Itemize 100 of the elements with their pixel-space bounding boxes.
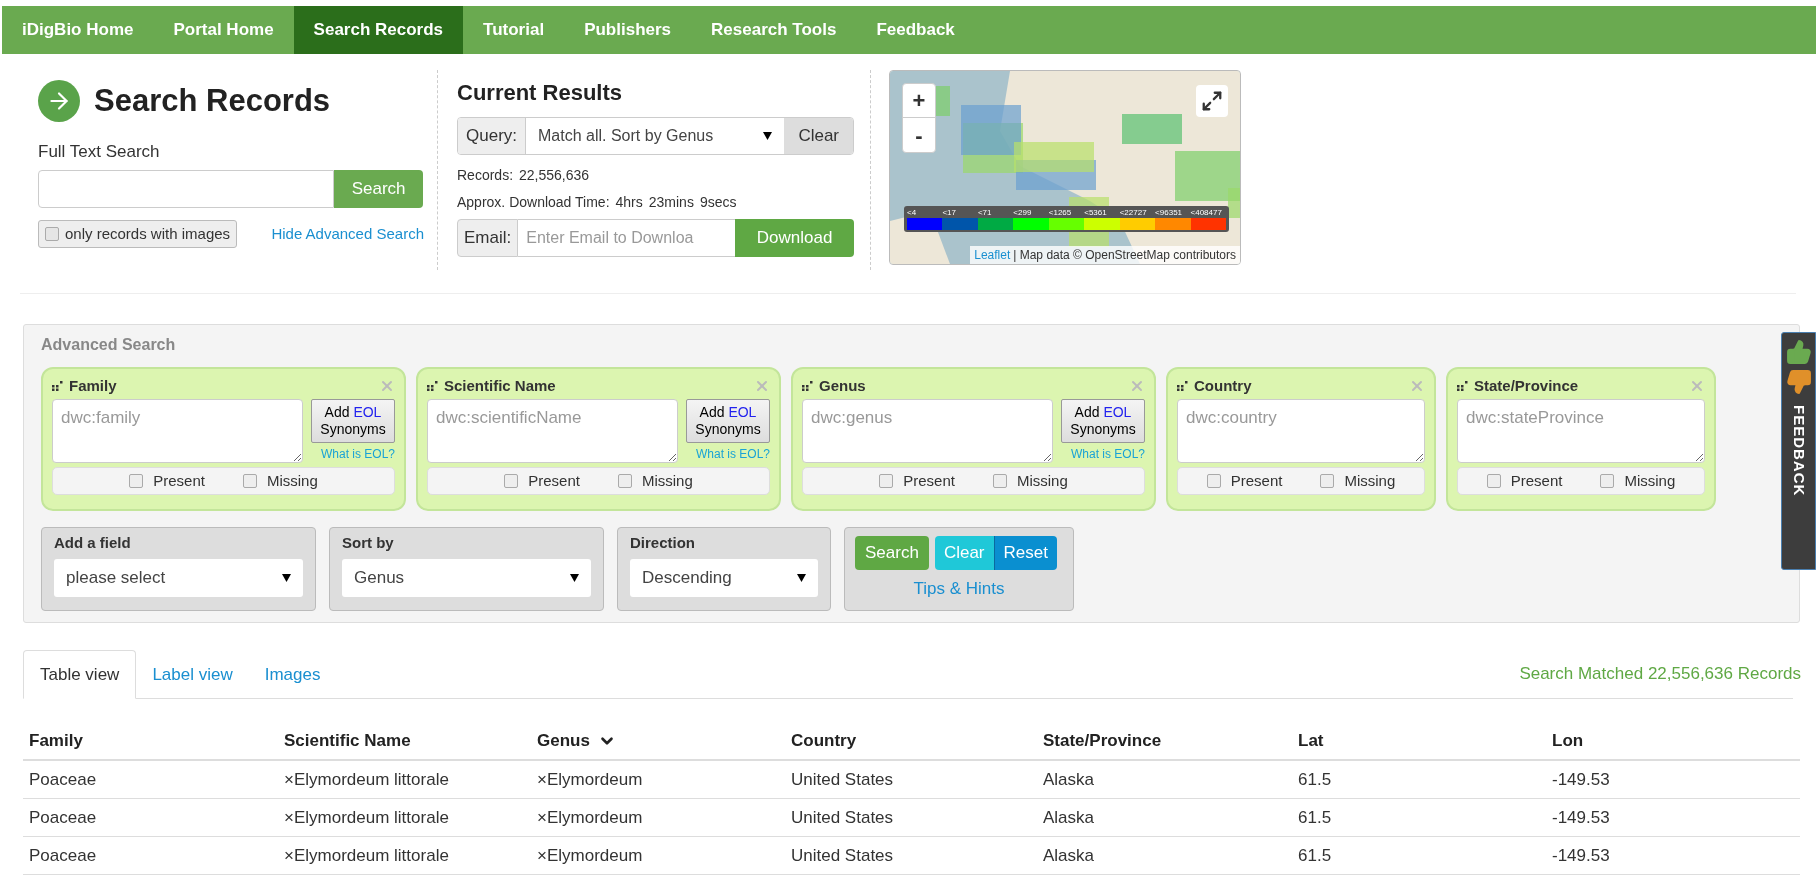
legend-label: <96351 (1155, 208, 1184, 218)
eol-synonyms-button[interactable]: Add EOL Synonyms (1061, 399, 1145, 443)
table-cell: Poaceae (29, 845, 97, 865)
query-select[interactable]: Query: Match all. Sort by Genus Clear (457, 117, 854, 155)
table-row[interactable]: Poaceae ×Elymordeum littorale ×Elymordeum United States Alaska 61.5 -149.53 (23, 837, 1800, 875)
table-row[interactable]: Poaceae ×Elymordeum littorale ×Elymordeum United States Alaska 61.5 -149.53 (23, 799, 1800, 837)
zoom-in-button[interactable]: + (903, 84, 935, 118)
checkbox-label: Missing (1016, 470, 1068, 491)
table-cell: United States (791, 807, 894, 827)
checkbox-label: Present (153, 470, 205, 491)
field-title: Family (69, 375, 117, 396)
view-tab[interactable]: Table view (23, 650, 137, 699)
feedback-label: FEEDBACK (1789, 405, 1809, 497)
checkbox-label: Missing (1624, 470, 1676, 491)
checkbox-label: Present (1230, 470, 1283, 491)
drag-handle-icon (802, 381, 813, 391)
column-header[interactable]: Country (791, 728, 857, 754)
download-time-label: Approx. Download Time: (457, 193, 610, 212)
column-header[interactable]: Lat (1298, 728, 1324, 754)
close-icon[interactable] (754, 378, 770, 394)
checkbox-label: Present (903, 470, 955, 491)
close-icon[interactable] (1689, 378, 1705, 394)
checkbox-label: Missing (1344, 470, 1396, 491)
eol-synonyms-button[interactable]: Add EOL Synonyms (311, 399, 395, 443)
field-input[interactable]: dwc:stateProvince (1457, 399, 1705, 463)
table-cell: ×Elymordeum (537, 769, 643, 789)
legend-label: <1265 (1048, 208, 1073, 218)
caret-icon (763, 132, 773, 140)
reset-button[interactable]: Reset (993, 536, 1057, 570)
checkbox[interactable] (504, 474, 519, 488)
legend-label: <408477 (1190, 208, 1223, 218)
legend-label: <22727 (1119, 208, 1148, 218)
field-input[interactable]: dwc:genus (802, 399, 1053, 463)
table-cell: -149.53 (1552, 845, 1610, 865)
thumbs-down-icon[interactable] (1785, 369, 1812, 395)
checkbox[interactable] (242, 474, 257, 488)
download-time-value: 23mins (648, 193, 694, 212)
eol-synonyms-button[interactable]: Add EOL Synonyms (686, 399, 770, 443)
legend-label: <299 (1013, 208, 1033, 218)
legend-label: <5361 (1084, 208, 1108, 218)
table-cell: United States (791, 769, 894, 789)
column-header[interactable]: Lon (1552, 728, 1584, 754)
fullscreen-button[interactable] (1196, 85, 1228, 117)
nav-item[interactable]: Search Records (293, 6, 464, 54)
close-icon[interactable] (1129, 378, 1145, 394)
legend-label: <71 (977, 208, 993, 218)
legend-label: <17 (942, 208, 957, 218)
select-label: Sort by (342, 533, 395, 553)
close-icon[interactable] (1409, 378, 1425, 394)
drag-handle-icon (1177, 381, 1188, 391)
checkbox[interactable] (45, 227, 59, 241)
email-field[interactable]: Enter Email to Downloa (518, 219, 736, 257)
checkbox[interactable] (129, 474, 144, 488)
occurrence-map[interactable]: + - <4 <17 <71 <299 <1265 <5361 <22727 <96351 <408477 Leaflet | Map data © OpenStreetMap contributors (889, 70, 1241, 265)
checkbox[interactable] (617, 474, 632, 488)
drag-handle-icon (52, 381, 63, 391)
zoom-out-button[interactable]: - (903, 118, 935, 152)
clear-button[interactable]: Clear (784, 118, 853, 154)
select-field[interactable]: Descending (630, 558, 818, 597)
match-count: Search Matched 22,556,636 Records (1519, 663, 1801, 686)
attribution-text: | Map data © OpenStreetMap contributors (1013, 247, 1236, 264)
caret-icon (570, 573, 579, 582)
search-field[interactable] (38, 170, 335, 208)
table-cell: Alaska (1043, 807, 1095, 827)
table-cell: ×Elymordeum (537, 845, 643, 865)
field-title: State/Province (1474, 375, 1579, 396)
checkbox[interactable] (1600, 474, 1615, 488)
field-title: Scientific Name (444, 375, 556, 396)
column-header[interactable]: Family (29, 728, 83, 754)
table-cell: -149.53 (1552, 769, 1610, 789)
column-header[interactable]: Scientific Name (284, 728, 411, 754)
close-icon[interactable] (379, 378, 395, 394)
checkbox-label: Missing (641, 470, 693, 491)
column-header[interactable]: State/Province (1043, 728, 1162, 754)
table-row[interactable]: Poaceae ×Elymordeum littorale ×Elymordeum United States Alaska 61.5 -149.53 (23, 761, 1800, 799)
view-tab[interactable]: Images (248, 650, 337, 699)
hide-advanced-link[interactable]: Hide Advanced Search (271, 222, 424, 246)
field-input[interactable]: dwc:family (52, 399, 303, 463)
results-title: Current Results (457, 79, 624, 107)
search-label: Full Text Search (38, 140, 161, 163)
table-cell: -149.53 (1552, 807, 1610, 827)
table-cell: Poaceae (29, 769, 97, 789)
select-label: Add a field (54, 533, 132, 553)
select-field[interactable]: Genus (342, 558, 591, 597)
checkbox[interactable] (1486, 474, 1501, 488)
thumbs-up-icon[interactable] (1785, 339, 1812, 365)
view-tab[interactable]: Label view (136, 650, 249, 699)
field-input[interactable]: dwc:scientificName (427, 399, 678, 463)
legend-label: <4 (907, 208, 918, 218)
checkbox[interactable] (1320, 474, 1335, 488)
checkbox[interactable] (992, 474, 1007, 488)
feedback-tab[interactable]: FEEDBACK (1781, 332, 1816, 570)
query-label: Query: (458, 118, 527, 154)
checkbox[interactable] (1206, 474, 1221, 488)
select-field[interactable]: please select (54, 558, 303, 597)
field-title: Genus (819, 375, 866, 396)
column-header[interactable]: Genus (537, 728, 616, 754)
select-label: Direction (630, 533, 696, 553)
checkbox[interactable] (879, 474, 894, 488)
field-input[interactable]: dwc:country (1177, 399, 1425, 463)
